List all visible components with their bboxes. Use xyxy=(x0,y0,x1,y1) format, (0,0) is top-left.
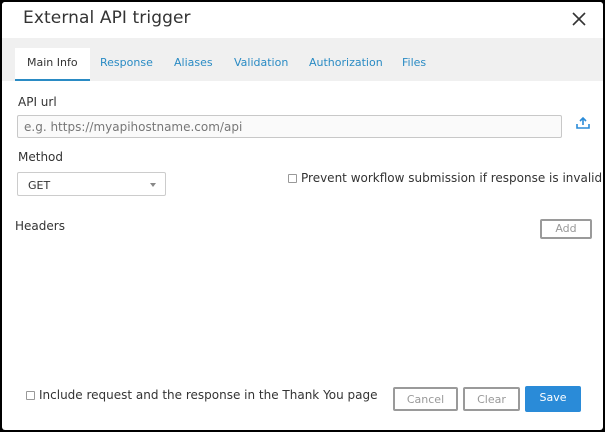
clear-button[interactable]: Clear xyxy=(463,387,520,411)
dialog-title: External API trigger xyxy=(23,8,191,28)
prevent-submission-checkbox[interactable] xyxy=(288,174,297,183)
add-header-button[interactable]: Add xyxy=(540,219,592,239)
include-request-checkbox[interactable] xyxy=(26,391,35,400)
external-api-trigger-dialog: External API trigger Main Info Response … xyxy=(2,2,603,430)
tab-aliases[interactable]: Aliases xyxy=(174,56,213,69)
api-url-input[interactable] xyxy=(17,115,562,138)
cancel-button[interactable]: Cancel xyxy=(393,387,458,411)
dialog-titlebar: External API trigger xyxy=(2,2,603,36)
method-label: Method xyxy=(18,150,64,164)
upload-icon[interactable] xyxy=(575,115,591,131)
save-button[interactable]: Save xyxy=(525,386,581,412)
include-request-label: Include request and the response in the … xyxy=(39,388,378,402)
method-select[interactable]: GET xyxy=(17,172,166,196)
tab-response[interactable]: Response xyxy=(100,56,153,69)
chevron-down-icon xyxy=(150,183,156,187)
headers-label: Headers xyxy=(15,219,65,233)
method-selected-value: GET xyxy=(28,179,51,192)
close-icon[interactable] xyxy=(569,9,589,29)
tab-bar: Main Info Response Aliases Validation Au… xyxy=(2,38,603,81)
api-url-label: API url xyxy=(18,95,57,109)
tab-files[interactable]: Files xyxy=(402,56,426,69)
tab-authorization[interactable]: Authorization xyxy=(309,56,383,69)
tab-validation[interactable]: Validation xyxy=(234,56,288,69)
prevent-submission-label: Prevent workflow submission if response … xyxy=(301,171,603,185)
tab-main-info[interactable]: Main Info xyxy=(15,48,90,81)
